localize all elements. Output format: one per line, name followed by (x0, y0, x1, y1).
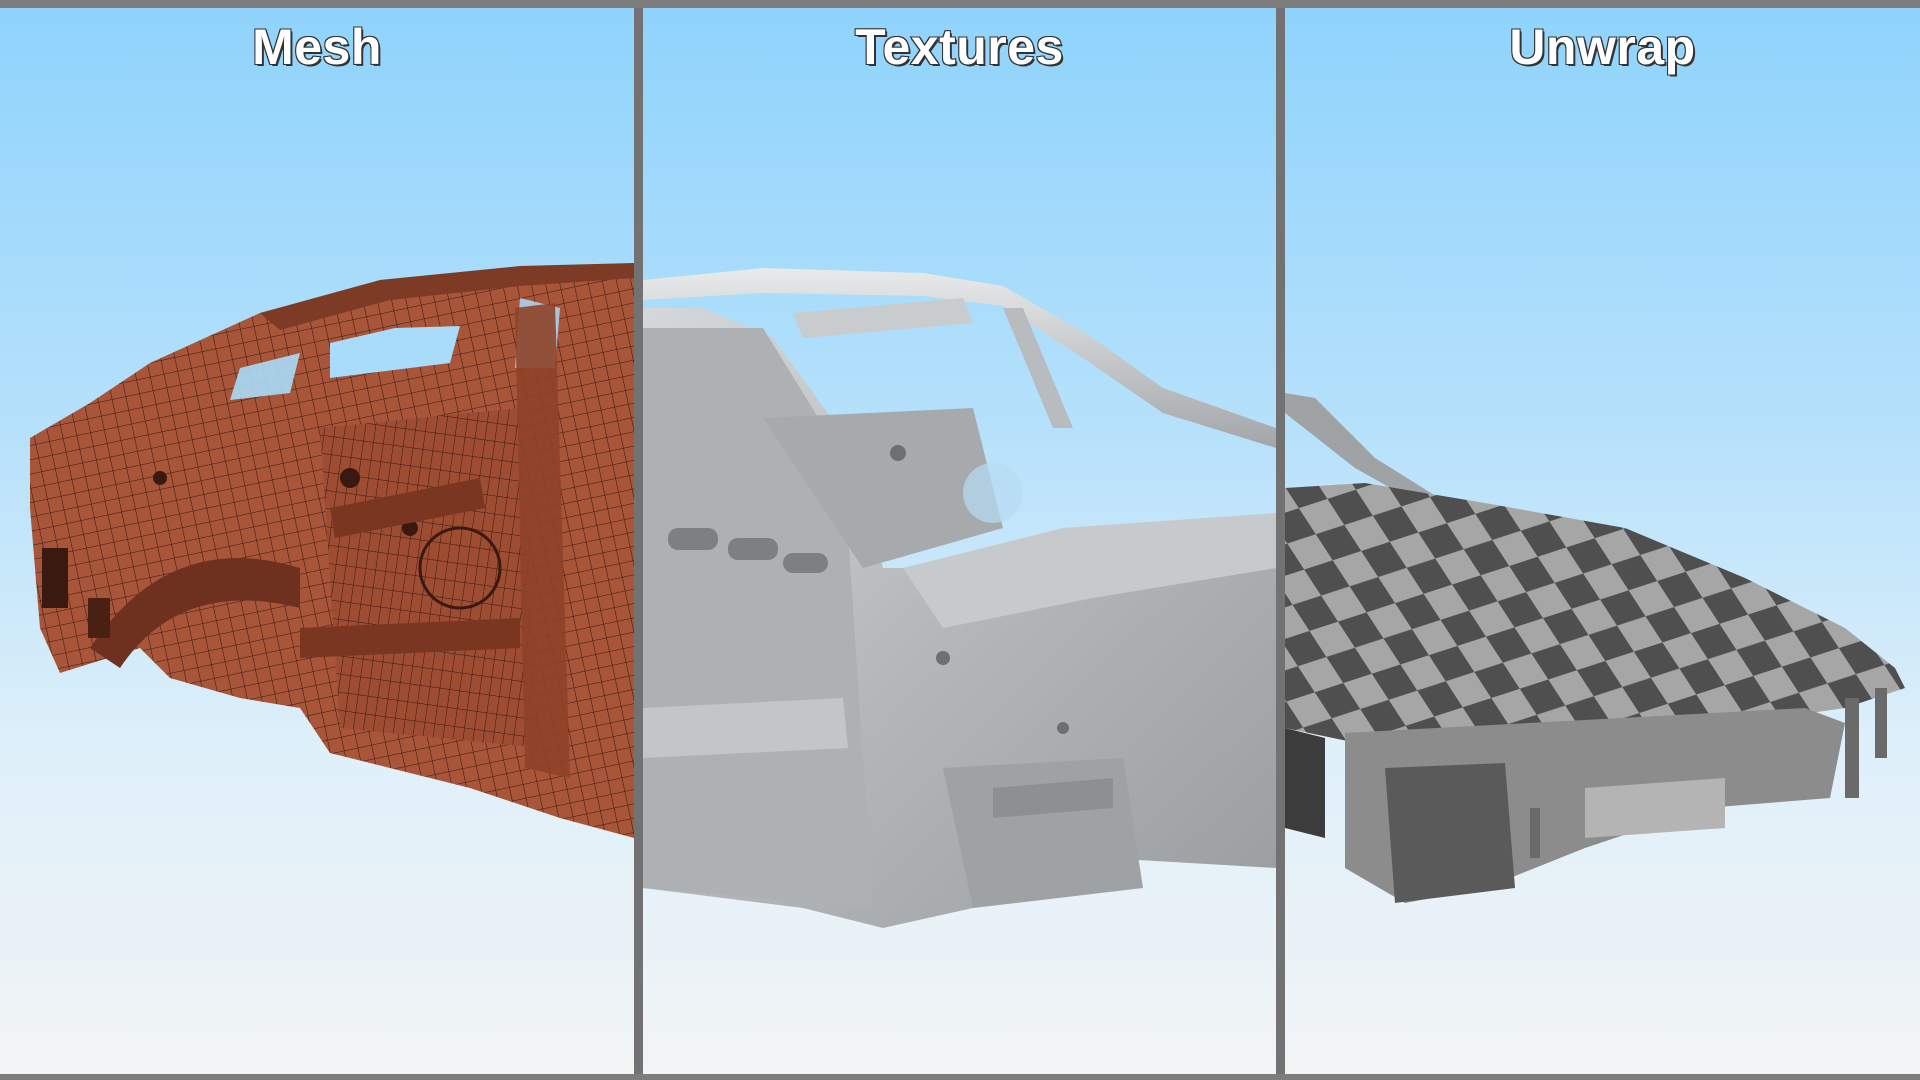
textures-panel: Textures (643, 8, 1276, 1074)
textures-label: Textures (854, 18, 1064, 76)
uv-checker-car-body-icon (1285, 393, 1905, 903)
metal-car-body-icon (643, 268, 1276, 928)
mesh-panel: Mesh (0, 8, 634, 1074)
panel-divider (634, 8, 643, 1074)
panel-divider (1276, 8, 1285, 1074)
wireframe-car-body-icon (30, 263, 634, 838)
unwrap-panel: Unwrap (1285, 8, 1920, 1074)
comparison-image: Mesh Textures Unwrap (0, 0, 1920, 1080)
mesh-label: Mesh (251, 18, 382, 76)
unwrap-label: Unwrap (1508, 18, 1696, 76)
